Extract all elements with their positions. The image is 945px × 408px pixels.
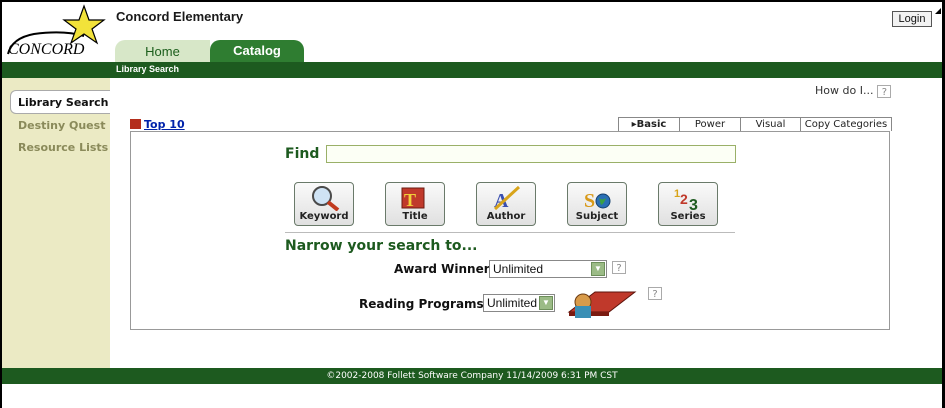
sidebar-item-library-search[interactable]: Library Search: [10, 90, 110, 114]
award-help-icon[interactable]: ?: [612, 261, 626, 274]
award-winner-value: Unlimited: [493, 262, 544, 276]
chevron-down-icon: ▼: [539, 296, 553, 310]
section-divider: [285, 232, 735, 233]
search-mode-tabs: ▸Basic Power Visual Copy Categories: [618, 117, 892, 131]
top-10-label: Top 10: [144, 118, 185, 131]
author-search-button[interactable]: A Author: [476, 182, 536, 226]
school-name: Concord Elementary: [116, 9, 244, 24]
tab-catalog[interactable]: Catalog: [210, 40, 304, 62]
reading-book-icon: [567, 291, 637, 318]
book-stack-icon: [130, 119, 141, 129]
corner-marker: [935, 8, 941, 14]
sidebar-item-resource-lists[interactable]: Resource Lists: [18, 141, 108, 154]
reading-programs-value: Unlimited: [487, 296, 538, 310]
sidebar-item-destiny-quest[interactable]: Destiny Quest: [18, 119, 105, 132]
keyword-label: Keyword: [299, 211, 349, 222]
series-search-button[interactable]: 1 2 3 Series: [658, 182, 718, 226]
svg-text:3: 3: [689, 197, 698, 211]
subject-label: Subject: [575, 211, 619, 222]
how-do-i-label: How do I...: [815, 84, 874, 97]
author-pen-icon: A: [493, 185, 521, 211]
keyword-search-button[interactable]: Keyword: [294, 182, 354, 226]
svg-text:2: 2: [680, 191, 688, 207]
svg-text:T: T: [404, 190, 416, 210]
reading-help-icon[interactable]: ?: [648, 287, 662, 300]
subnav-library-search[interactable]: Library Search: [116, 64, 179, 74]
window-top-border: [0, 0, 945, 2]
tab-visual[interactable]: Visual: [740, 117, 801, 131]
title-book-icon: T: [401, 187, 425, 210]
tab-home[interactable]: Home: [115, 40, 210, 62]
find-label: Find: [285, 146, 320, 162]
series-label: Series: [670, 211, 706, 222]
tab-basic[interactable]: ▸Basic: [618, 117, 680, 131]
award-winner-select[interactable]: Unlimited ▼: [489, 260, 607, 278]
title-search-button[interactable]: T Title: [385, 182, 445, 226]
concord-logo: CONCORD: [4, 4, 112, 62]
reading-programs-select[interactable]: Unlimited ▼: [483, 294, 555, 312]
reading-programs-label: Reading Programs: [359, 297, 484, 311]
subject-globe-icon: S: [584, 190, 611, 211]
narrow-search-heading: Narrow your search to...: [285, 238, 478, 254]
tab-copy-categories[interactable]: Copy Categories: [800, 117, 892, 131]
login-button[interactable]: Login: [892, 11, 932, 27]
author-label: Author: [486, 211, 526, 222]
tab-power[interactable]: Power: [679, 117, 741, 131]
svg-text:S: S: [584, 190, 595, 211]
svg-text:CONCORD: CONCORD: [8, 41, 85, 58]
chevron-down-icon: ▼: [591, 262, 605, 276]
top-10-link[interactable]: Top 10: [130, 118, 185, 131]
magnifier-icon: [312, 186, 340, 211]
subject-search-button[interactable]: S Subject: [567, 182, 627, 226]
help-icon[interactable]: ?: [877, 84, 892, 98]
title-label: Title: [402, 211, 428, 222]
how-do-i-link[interactable]: How do I...?: [815, 84, 892, 98]
footer: ©2002-2008 Follett Software Company 11/1…: [2, 368, 942, 384]
award-winner-label: Award Winner: [394, 262, 490, 276]
series-123-icon: 1 2 3: [674, 188, 698, 211]
find-input[interactable]: [326, 145, 736, 163]
